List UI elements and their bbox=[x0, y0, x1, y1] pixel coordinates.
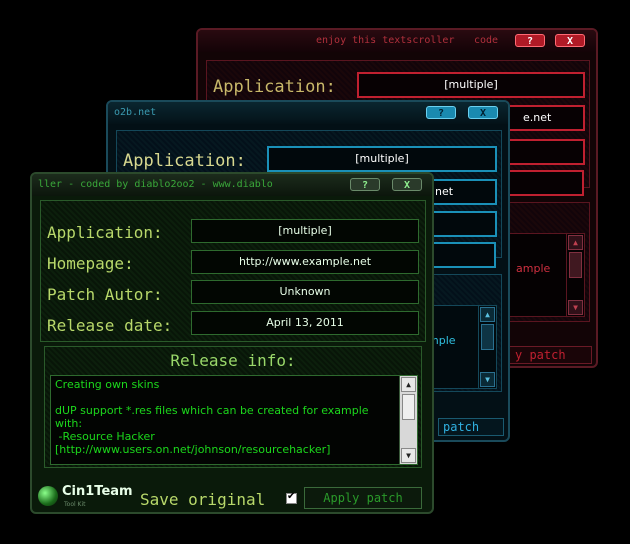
close-icon: X bbox=[566, 36, 574, 47]
red-close-button[interactable]: X bbox=[555, 34, 585, 47]
red-apply-patch-button[interactable]: y patch bbox=[500, 346, 592, 364]
application-field[interactable]: [multiple] bbox=[191, 219, 419, 243]
close-icon: X bbox=[479, 108, 487, 119]
green-close-button[interactable]: X bbox=[392, 178, 422, 191]
green-window-title: ller - coded by diablo2oo2 - www.diablo bbox=[38, 179, 273, 190]
red-window-title: enjoy this textscroller bbox=[316, 35, 455, 46]
red-application-label: Application: bbox=[213, 77, 336, 97]
homepage-field[interactable]: http://www.example.net bbox=[191, 250, 419, 274]
save-original-label: Save original bbox=[140, 490, 266, 509]
scroll-up-icon[interactable]: ▲ bbox=[480, 307, 495, 322]
blue-close-button[interactable]: X bbox=[468, 106, 498, 119]
green-help-button[interactable]: ? bbox=[350, 178, 380, 191]
release-date-label: Release date: bbox=[47, 316, 173, 335]
blue-window-title: o2b.net bbox=[114, 107, 157, 118]
scroll-down-icon[interactable]: ▼ bbox=[480, 372, 495, 387]
help-icon: ? bbox=[361, 180, 369, 191]
release-info-text: Creating own skins dUP support *.res fil… bbox=[55, 378, 369, 456]
help-icon: ? bbox=[437, 108, 445, 119]
blue-application-label: Application: bbox=[123, 151, 246, 171]
apply-patch-button[interactable]: Apply patch bbox=[304, 487, 422, 509]
scroll-down-icon[interactable]: ▼ bbox=[401, 448, 416, 463]
patch-autor-label: Patch Autor: bbox=[47, 285, 163, 304]
logo-orb-icon bbox=[38, 486, 58, 506]
release-info-title: Release info: bbox=[170, 351, 296, 370]
release-info-scrollbar[interactable]: ▲ ▼ bbox=[399, 376, 417, 464]
patch-autor-field[interactable]: Unknown bbox=[191, 280, 419, 304]
homepage-label: Homepage: bbox=[47, 254, 134, 273]
logo-subtext: Tool Kit bbox=[64, 501, 86, 508]
blue-title-bar[interactable]: o2b.net ? X bbox=[108, 102, 508, 124]
red-window-title-right: code bbox=[474, 35, 499, 46]
blue-scroll-thumb[interactable] bbox=[481, 324, 494, 350]
red-memo-scrollbar[interactable]: ▲ ▼ bbox=[566, 234, 584, 316]
scroll-down-icon[interactable]: ▼ bbox=[568, 300, 583, 315]
green-skin-window: ller - coded by diablo2oo2 - www.diablo … bbox=[30, 172, 434, 514]
red-scroll-thumb[interactable] bbox=[569, 252, 582, 278]
release-info-scroll-thumb[interactable] bbox=[402, 394, 415, 420]
blue-apply-patch-button[interactable]: patch bbox=[438, 418, 504, 436]
red-help-button[interactable]: ? bbox=[515, 34, 545, 47]
release-info-memo[interactable]: Creating own skins dUP support *.res fil… bbox=[50, 375, 418, 465]
close-icon: X bbox=[403, 180, 411, 191]
save-original-checkbox[interactable]: ✔ bbox=[286, 491, 297, 504]
logo-text: Cin1Team bbox=[62, 484, 133, 499]
green-info-panel: Application: [multiple] Homepage: http:/… bbox=[40, 200, 426, 342]
checkmark-icon: ✔ bbox=[287, 491, 296, 502]
red-title-bar[interactable]: enjoy this textscroller code ? X bbox=[198, 30, 596, 52]
blue-application-field[interactable]: [multiple] bbox=[267, 146, 497, 172]
red-application-field[interactable]: [multiple] bbox=[357, 72, 585, 98]
red-memo-text: ample bbox=[516, 262, 551, 275]
team-logo: Cin1Team Tool Kit bbox=[38, 480, 134, 510]
application-label: Application: bbox=[47, 223, 163, 242]
blue-memo-scrollbar[interactable]: ▲ ▼ bbox=[478, 306, 496, 388]
blue-help-button[interactable]: ? bbox=[426, 106, 456, 119]
green-title-bar[interactable]: ller - coded by diablo2oo2 - www.diablo … bbox=[32, 174, 432, 196]
release-info-panel: Release info: Creating own skins dUP sup… bbox=[44, 346, 422, 468]
release-date-field[interactable]: April 13, 2011 bbox=[191, 311, 419, 335]
help-icon: ? bbox=[526, 36, 534, 47]
scroll-up-icon[interactable]: ▲ bbox=[401, 377, 416, 392]
scroll-up-icon[interactable]: ▲ bbox=[568, 235, 583, 250]
